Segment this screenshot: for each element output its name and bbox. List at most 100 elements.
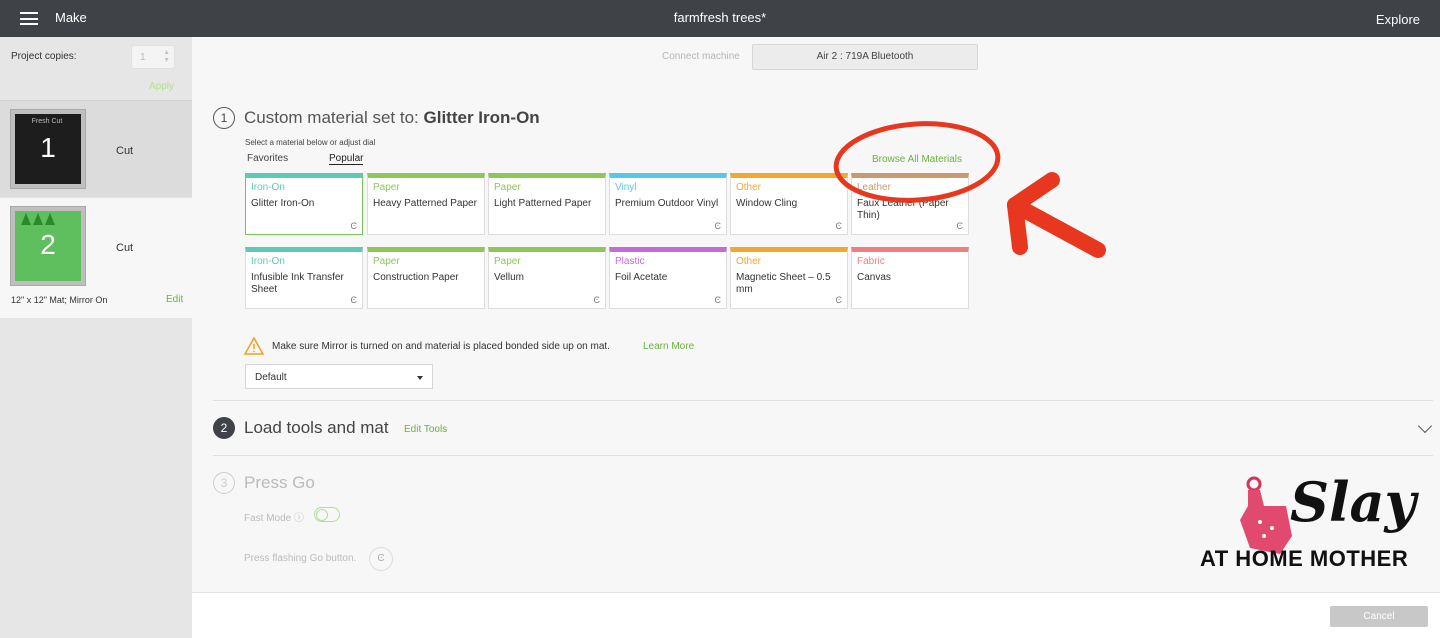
step-1-badge: 1 [213,107,235,129]
edit-tools-link[interactable]: Edit Tools [404,424,447,435]
tab-favorites[interactable]: Favorites [247,153,288,164]
mat-size-label: 12" x 12" Mat; Mirror On [11,295,108,305]
material-name: Faux Leather (Paper Thin) [857,198,949,221]
tree-shapes-icon [21,213,55,225]
material-category: Paper [373,182,400,193]
material-category: Vinyl [615,182,637,193]
project-copies-value: 1 [140,52,146,63]
section-divider [213,455,1433,456]
material-category: Plastic [615,256,645,267]
material-name: Foil Acetate [615,272,668,283]
material-category: Paper [494,256,521,267]
fast-mode-text: Fast Mode [244,513,292,524]
mat-item-2[interactable]: 2 Cut 12" x 12" Mat; Mirror On Edit [0,198,192,318]
mat-action-label: Cut [116,242,134,254]
warning-icon [244,337,264,355]
caret-down-icon [417,376,423,380]
tab-popular[interactable]: Popular [329,153,364,165]
watermark-subtitle: AT HOME MOTHER [1200,546,1409,571]
material-card[interactable]: Other Magnetic Sheet – 0.5 mm Ͼ [730,247,848,309]
material-name: Window Cling [736,198,798,209]
material-category: Iron-On [251,182,285,193]
material-name: Canvas [857,272,891,283]
material-category: Leather [857,182,891,193]
material-card[interactable]: Paper Heavy Patterned Paper [367,173,485,235]
material-name: Light Patterned Paper [494,198,592,209]
mat-edit-button[interactable]: Edit [166,294,183,305]
learn-more-link[interactable]: Learn More [643,341,694,352]
dial-icon: Ͼ [714,295,722,305]
material-name: Infusible Ink Transfer Sheet [251,272,344,295]
material-name: Premium Outdoor Vinyl [615,198,719,209]
material-category: Other [736,182,762,193]
material-category: Fabric [857,256,885,267]
mat-thumbnail: Fresh Cut 1 [10,109,86,189]
material-category: Paper [373,256,400,267]
section-divider [213,400,1433,401]
dial-icon: Ͼ [350,221,358,231]
material-card[interactable]: Fabric Canvas [851,247,969,309]
mat-action-label: Cut [116,145,134,157]
step-2-badge: 2 [213,417,235,439]
mat-sidebar: Project copies: 1 ▲ ▼ Apply Fresh Cut 1 C… [0,37,192,638]
explore-button[interactable]: Explore [1376,12,1420,27]
material-card[interactable]: Paper Construction Paper [367,247,485,309]
apply-button[interactable]: Apply [149,81,174,92]
selected-material-name: Glitter Iron-On [423,108,540,127]
connect-machine-label: Connect machine [662,51,740,62]
project-copies-input[interactable]: 1 ▲ ▼ [131,45,175,69]
material-name: Heavy Patterned Paper [373,198,477,209]
dial-icon: Ͼ [350,295,358,305]
project-copies-label: Project copies: [11,51,77,62]
bottom-bar: Cancel [192,592,1440,638]
watermark-logo: Slay AT HOME MOTHER [1198,470,1432,580]
project-title: farmfresh trees* [673,10,767,25]
step-2-title: Load tools and mat [244,418,389,437]
material-category: Iron-On [251,256,285,267]
dial-icon: Ͼ [593,295,601,305]
material-name: Magnetic Sheet – 0.5 mm [736,272,831,295]
fast-mode-label: Fast Mode ⓘ [244,509,304,524]
step-3-badge: 3 [213,472,235,494]
material-card[interactable]: Paper Light Patterned Paper [488,173,606,235]
material-card[interactable]: Other Window Cling Ͼ [730,173,848,235]
watermark-slay-text: Slay [1290,470,1416,534]
mat-number: 2 [40,229,56,260]
press-go-hint: Press flashing Go button. [244,553,357,564]
browse-all-materials-link[interactable]: Browse All Materials [872,154,962,165]
material-name: Vellum [494,272,525,283]
dial-icon: Ͼ [714,221,722,231]
fast-mode-toggle[interactable] [314,507,340,522]
material-hint: Select a material below or adjust dial [245,138,376,147]
material-card[interactable]: Leather Faux Leather (Paper Thin) Ͼ [851,173,969,235]
material-card[interactable]: Iron-On Glitter Iron-On Ͼ [245,173,363,235]
mat-thumbnail: 2 [10,206,86,286]
step-3-title: Press Go [244,473,315,492]
mirror-warning-text: Make sure Mirror is turned on and materi… [272,341,610,352]
dial-icon: Ͼ [835,221,843,231]
top-bar: Make farmfresh trees* Explore [0,0,1440,37]
stepper-arrows-icon[interactable]: ▲ ▼ [163,49,170,65]
step-1-prefix: Custom material set to: [244,108,424,127]
info-icon: ⓘ [294,513,305,524]
pressure-dropdown[interactable]: Default [245,364,433,389]
material-card[interactable]: Paper Vellum Ͼ [488,247,606,309]
step-1-title: Custom material set to: Glitter Iron-On [244,108,540,128]
mat-item-1[interactable]: Fresh Cut 1 Cut [0,101,192,197]
material-card[interactable]: Vinyl Premium Outdoor Vinyl Ͼ [609,173,727,235]
material-name: Construction Paper [373,272,459,283]
material-card[interactable]: Plastic Foil Acetate Ͼ [609,247,727,309]
dial-icon: Ͼ [956,221,964,231]
cancel-button[interactable]: Cancel [1330,606,1428,627]
material-name: Glitter Iron-On [251,198,315,209]
mat-preview-text: Fresh Cut [31,118,63,125]
chevron-down-icon[interactable] [1417,418,1433,434]
material-category: Paper [494,182,521,193]
material-card[interactable]: Iron-On Infusible Ink Transfer Sheet Ͼ [245,247,363,309]
pressure-value: Default [255,372,287,383]
machine-selector-button[interactable]: Air 2 : 719A Bluetooth [752,44,978,70]
project-copies-panel: Project copies: 1 ▲ ▼ Apply [0,37,192,101]
material-category: Other [736,256,762,267]
mat-number: 1 [40,132,56,163]
dial-icon: Ͼ [835,295,843,305]
